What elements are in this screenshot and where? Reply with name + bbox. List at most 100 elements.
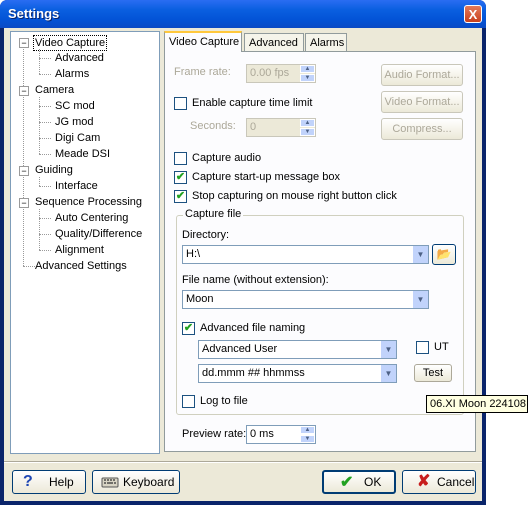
filename-preview-tooltip: 06.XI Moon 224108 (426, 395, 528, 413)
audio-format-button[interactable]: Audio Format... (381, 64, 463, 86)
frame-rate-label: Frame rate: (174, 66, 231, 78)
tree-item-alignment[interactable]: Alignment (53, 243, 106, 257)
tree-line (39, 122, 51, 123)
browse-folder-button[interactable]: 📂 (432, 244, 456, 265)
tree-item-sequence-processing[interactable]: Sequence Processing (33, 195, 144, 209)
filename-combo[interactable]: Moon ▼ (182, 290, 429, 309)
frame-rate-spinner[interactable]: ▲ ▼ (300, 65, 315, 82)
frame-rate-field[interactable]: 0.00 fps ▲ ▼ (246, 64, 316, 83)
cancel-button-label: Cancel (437, 475, 475, 489)
seconds-spinner[interactable]: ▲ ▼ (300, 119, 315, 136)
enable-time-limit-label: Enable capture time limit (192, 97, 313, 109)
seconds-value: 0 (250, 121, 257, 133)
spin-up-icon[interactable]: ▲ (300, 119, 315, 127)
directory-combo[interactable]: H:\ ▼ (182, 245, 429, 264)
tree-line (39, 218, 51, 219)
startup-message-label: Capture start-up message box (192, 171, 340, 183)
seconds-label: Seconds: (190, 120, 236, 132)
title-bar[interactable]: Settings X (0, 0, 486, 28)
tree-item-guiding[interactable]: Guiding (33, 163, 75, 177)
spin-up-icon[interactable]: ▲ (300, 426, 315, 434)
capture-audio-checkbox[interactable] (174, 152, 187, 165)
collapse-icon[interactable]: − (19, 86, 29, 96)
keyboard-button-label: Keyboard (123, 475, 175, 489)
tree-line (39, 58, 51, 59)
directory-label: Directory: (182, 229, 230, 241)
tree-item-jg-mod[interactable]: JG mod (53, 115, 96, 129)
button-separator (4, 461, 482, 463)
tree-item-advanced-settings[interactable]: Advanced Settings (33, 259, 129, 273)
enable-time-limit-checkbox[interactable] (174, 97, 187, 110)
preview-rate-spinner[interactable]: ▲ ▼ (300, 426, 315, 443)
settings-tree[interactable]: − − − − Video Capture Advanced Alarms Ca… (10, 31, 160, 454)
spin-down-icon[interactable]: ▼ (300, 128, 315, 136)
preview-rate-field[interactable]: 0 ms ▲ ▼ (246, 425, 316, 444)
filename-label: File name (without extension): (182, 274, 329, 286)
tree-item-digi-cam[interactable]: Digi Cam (53, 131, 102, 145)
tree-item-camera[interactable]: Camera (33, 83, 76, 97)
ut-label: UT (434, 341, 449, 353)
stop-right-click-checkbox[interactable]: ✔ (174, 190, 187, 203)
compress-button[interactable]: Compress... (381, 118, 463, 140)
tree-line (39, 209, 40, 250)
capture-file-group-label: Capture file (183, 208, 244, 220)
capture-audio-label: Capture audio (192, 152, 262, 164)
naming-mode-value: Advanced User (202, 343, 278, 355)
dropdown-arrow-icon[interactable]: ▼ (412, 246, 428, 263)
ut-checkbox[interactable] (416, 341, 429, 354)
startup-message-checkbox[interactable]: ✔ (174, 171, 187, 184)
tree-line (39, 138, 51, 139)
tab-alarms[interactable]: Alarms (305, 33, 347, 51)
tree-line (39, 74, 51, 75)
stop-right-click-label: Stop capturing on mouse right button cli… (192, 190, 397, 202)
preview-rate-value: 0 ms (250, 428, 274, 440)
close-button[interactable]: X (464, 5, 482, 23)
cancel-x-icon: ✘ (417, 473, 431, 490)
spin-up-icon[interactable]: ▲ (300, 65, 315, 73)
tree-item-interface[interactable]: Interface (53, 179, 100, 193)
dialog-client: − − − − Video Capture Advanced Alarms Ca… (4, 28, 482, 501)
advanced-naming-checkbox[interactable]: ✔ (182, 322, 195, 335)
tree-line (39, 154, 51, 155)
settings-window: Settings X − − − − Video Capture Advance… (0, 0, 486, 505)
help-icon: ? (23, 473, 33, 490)
dropdown-arrow-icon[interactable]: ▼ (380, 341, 396, 358)
tree-item-meade-dsi[interactable]: Meade DSI (53, 147, 112, 161)
dropdown-arrow-icon[interactable]: ▼ (380, 365, 396, 382)
keyboard-icon (101, 475, 119, 488)
tree-line (23, 42, 24, 266)
collapse-icon[interactable]: − (19, 38, 29, 48)
tree-item-alarms[interactable]: Alarms (53, 67, 91, 81)
log-to-file-checkbox[interactable] (182, 395, 195, 408)
tree-line (39, 49, 40, 74)
tab-advanced[interactable]: Advanced (244, 33, 304, 51)
format-combo[interactable]: dd.mmm ## hhmmss ▼ (198, 364, 397, 383)
spin-down-icon[interactable]: ▼ (300, 74, 315, 82)
ok-check-icon: ✔ (340, 474, 354, 491)
format-value: dd.mmm ## hhmmss (202, 367, 305, 379)
tab-video-capture[interactable]: Video Capture (164, 31, 242, 52)
tree-item-quality-difference[interactable]: Quality/Difference (53, 227, 144, 241)
window-title: Settings (8, 6, 60, 21)
spin-down-icon[interactable]: ▼ (300, 435, 315, 443)
video-format-button[interactable]: Video Format... (381, 91, 463, 113)
tree-item-sc-mod[interactable]: SC mod (53, 99, 97, 113)
close-icon: X (468, 7, 478, 22)
naming-mode-combo[interactable]: Advanced User ▼ (198, 340, 397, 359)
dropdown-arrow-icon[interactable]: ▼ (412, 291, 428, 308)
ok-button[interactable]: ✔ OK (322, 470, 396, 494)
tree-line (39, 106, 51, 107)
keyboard-button[interactable]: Keyboard (92, 470, 180, 494)
collapse-icon[interactable]: − (19, 166, 29, 176)
tree-item-video-capture[interactable]: Video Capture (33, 35, 108, 51)
ok-button-label: OK (364, 475, 382, 489)
preview-rate-label: Preview rate: (182, 428, 247, 440)
seconds-field[interactable]: 0 ▲ ▼ (246, 118, 316, 137)
tree-item-advanced[interactable]: Advanced (53, 51, 106, 65)
help-button[interactable]: ? Help (12, 470, 86, 494)
test-button[interactable]: Test (414, 364, 452, 382)
tree-line (39, 177, 40, 186)
cancel-button[interactable]: ✘ Cancel (402, 470, 476, 494)
collapse-icon[interactable]: − (19, 198, 29, 208)
tree-item-auto-centering[interactable]: Auto Centering (53, 211, 130, 225)
